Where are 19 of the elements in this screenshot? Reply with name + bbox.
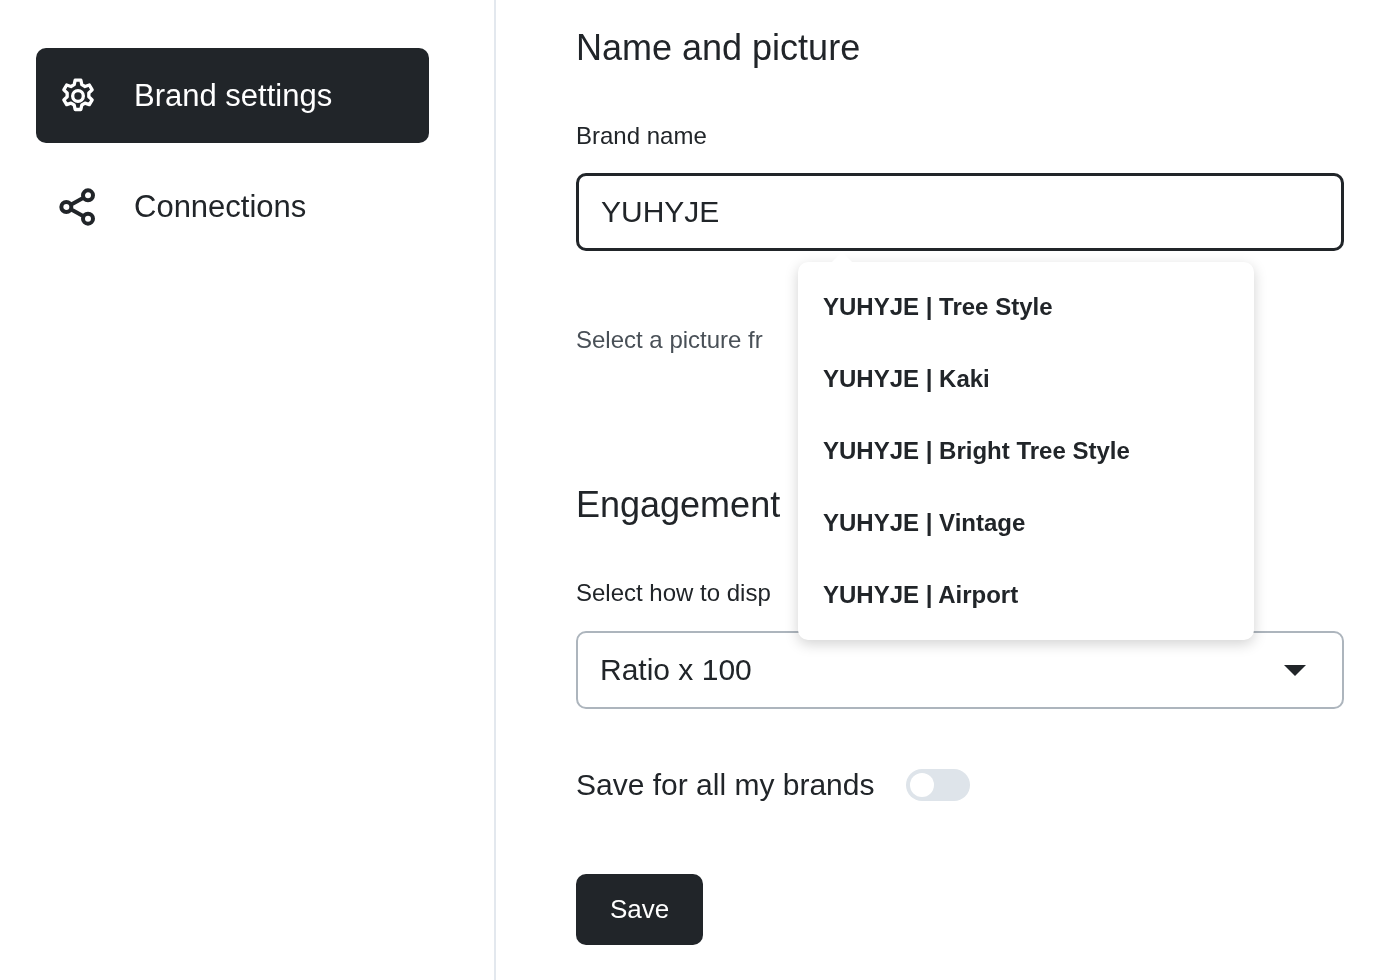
helper-text: Select a picture fr [576,325,763,355]
toggle-label: Save for all my brands [576,768,875,802]
suggestion-item[interactable]: YUHYJE | Vintage [798,487,1254,559]
suggestion-item[interactable]: YUHYJE | Bright Tree Style [798,415,1254,487]
section-title: Name and picture [576,26,861,70]
suggestion-item[interactable]: YUHYJE | Kaki [798,343,1254,415]
brand-name-field[interactable]: YUHYJE [576,173,1344,251]
field-label: Select how to disp [576,578,771,608]
section-title: Engagement [576,483,781,527]
toggle-switch[interactable] [906,769,971,801]
save-button[interactable]: Save [576,874,704,945]
caret-icon [1284,664,1306,676]
suggestion-item[interactable]: YUHYJE | Airport [798,559,1254,631]
suggestion-item[interactable]: YUHYJE | Tree Style [798,271,1254,343]
share-nodes-icon [58,186,98,227]
field-label: Brand name [576,121,707,151]
sidebar-item[interactable]: Connections [36,159,429,254]
sidebar-item[interactable]: Brand settings [36,48,429,143]
display-select[interactable]: Ratio x 100 [576,631,1344,709]
